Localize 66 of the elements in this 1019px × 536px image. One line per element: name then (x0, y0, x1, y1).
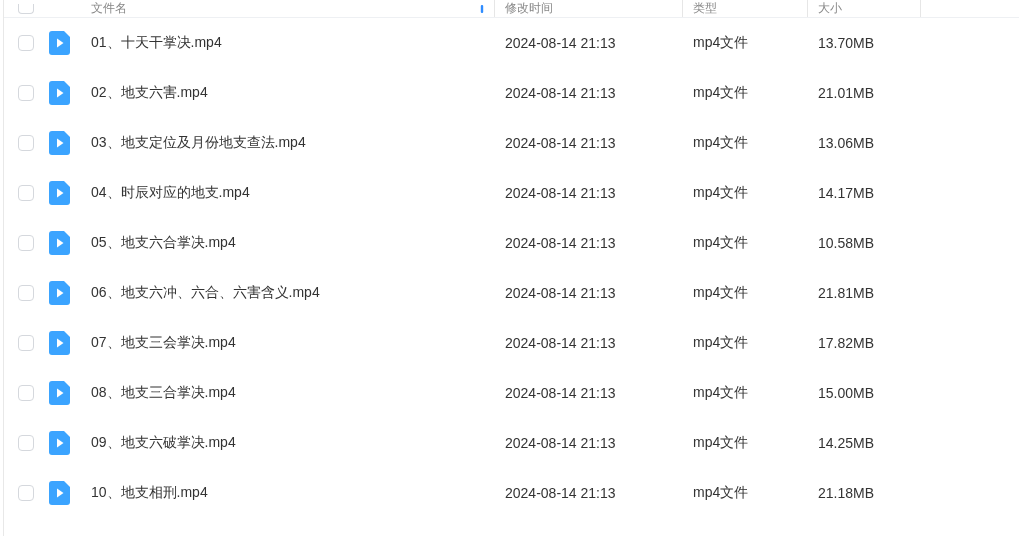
file-type: mp4文件 (692, 34, 750, 52)
checkbox[interactable] (18, 485, 34, 501)
file-name[interactable]: 09、地支六破掌决.mp4 (91, 434, 495, 452)
modified-time: 2024-08-14 21:13 (504, 35, 617, 51)
modified-time: 2024-08-14 21:13 (504, 185, 617, 201)
video-file-icon (49, 181, 70, 205)
checkbox[interactable] (18, 185, 34, 201)
modified-time: 2024-08-14 21:13 (504, 435, 617, 451)
file-name[interactable]: 05、地支六合掌决.mp4 (91, 234, 495, 252)
modified-time: 2024-08-14 21:13 (504, 85, 617, 101)
file-size: 15.00MB (817, 385, 876, 401)
video-file-icon (49, 481, 70, 505)
video-file-icon (49, 331, 70, 355)
file-name[interactable]: 10、地支相刑.mp4 (91, 484, 495, 502)
file-name[interactable]: 08、地支三合掌决.mp4 (91, 384, 495, 402)
checkbox[interactable] (18, 35, 34, 51)
checkbox[interactable] (18, 3, 34, 14)
file-size: 21.81MB (817, 285, 876, 301)
file-name[interactable]: 01、十天干掌决.mp4 (91, 34, 495, 52)
file-name[interactable]: 07、地支三会掌决.mp4 (91, 334, 495, 352)
file-type: mp4文件 (692, 84, 750, 102)
column-header[interactable]: 类型 (693, 0, 717, 17)
checkbox[interactable] (18, 85, 34, 101)
file-size: 21.01MB (817, 85, 876, 101)
file-type: mp4文件 (692, 334, 750, 352)
checkbox[interactable] (18, 335, 34, 351)
file-name[interactable]: 06、地支六冲、六合、六害含义.mp4 (91, 284, 495, 302)
video-file-icon (49, 381, 70, 405)
checkbox[interactable] (18, 435, 34, 451)
modified-time: 2024-08-14 21:13 (504, 385, 617, 401)
modified-time: 2024-08-14 21:13 (504, 335, 617, 351)
file-size: 13.06MB (817, 135, 876, 151)
file-name[interactable]: 03、地支定位及月份地支查法.mp4 (91, 134, 495, 152)
checkbox[interactable] (18, 385, 34, 401)
file-type: mp4文件 (692, 134, 750, 152)
checkbox[interactable] (18, 235, 34, 251)
file-name[interactable]: 04、时辰对应的地支.mp4 (91, 184, 495, 202)
video-file-icon (49, 231, 70, 255)
checkbox[interactable] (18, 285, 34, 301)
modified-time: 2024-08-14 21:13 (504, 135, 617, 151)
video-file-icon (49, 431, 70, 455)
file-size: 21.18MB (817, 485, 876, 501)
file-size: 10.58MB (817, 235, 876, 251)
file-type: mp4文件 (692, 184, 750, 202)
modified-time: 2024-08-14 21:13 (504, 485, 617, 501)
modified-time: 2024-08-14 21:13 (504, 285, 617, 301)
video-file-icon (49, 281, 70, 305)
file-size: 14.25MB (817, 435, 876, 451)
file-type: mp4文件 (692, 384, 750, 402)
file-size: 13.70MB (817, 35, 876, 51)
file-size: 17.82MB (817, 335, 876, 351)
file-name[interactable]: 02、地支六害.mp4 (91, 84, 495, 102)
file-size: 14.17MB (817, 185, 876, 201)
video-file-icon (49, 81, 70, 105)
video-file-icon (49, 131, 70, 155)
column-header[interactable]: 修改时间 (505, 0, 553, 17)
file-type: mp4文件 (692, 284, 750, 302)
checkbox[interactable] (18, 135, 34, 151)
column-header[interactable]: 文件名 (91, 0, 127, 17)
file-type: mp4文件 (692, 234, 750, 252)
video-file-icon (49, 31, 70, 55)
file-type: mp4文件 (692, 484, 750, 502)
column-header[interactable]: 大小 (818, 0, 842, 17)
modified-time: 2024-08-14 21:13 (504, 235, 617, 251)
file-type: mp4文件 (692, 434, 750, 452)
sort-arrow-icon[interactable] (480, 4, 484, 13)
